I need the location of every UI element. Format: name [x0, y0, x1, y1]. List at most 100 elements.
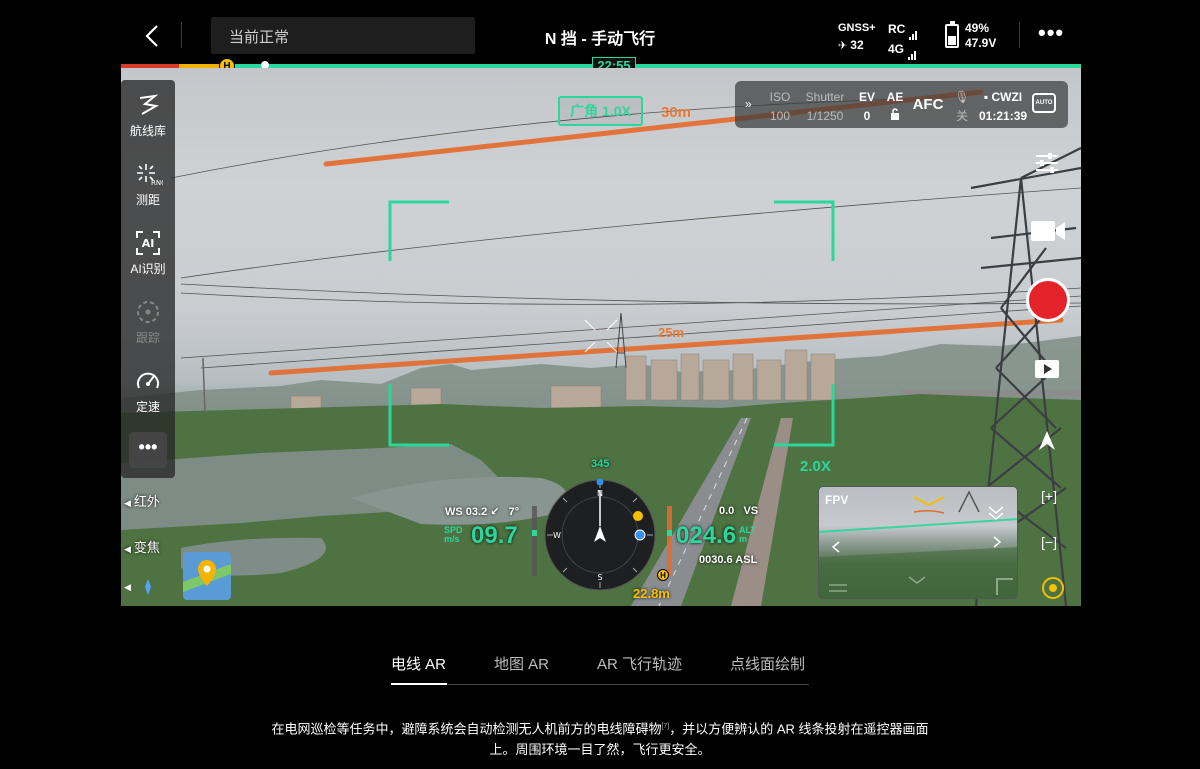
- caret-left-icon: ◀: [124, 582, 131, 592]
- camera-viewport[interactable]: 航线库 RNG 测距 AI AI识别 跟踪 定速 ••• ◀红外 ◀变焦 ◀ »…: [121, 68, 1081, 606]
- tool-speed-lock[interactable]: 定速: [121, 368, 175, 415]
- playback-icon: [1035, 360, 1059, 378]
- shutter-value: 1/1250: [806, 109, 844, 123]
- system-status-box[interactable]: 当前正常: [211, 17, 475, 54]
- more-icon: •••: [138, 437, 158, 457]
- mic-off-icon: 🎙: [954, 90, 970, 104]
- feature-tabs: 电线 AR 地图 AR AR 飞行轨迹 点线面绘制: [391, 650, 809, 685]
- tab-point-line-plane[interactable]: 点线面绘制: [730, 653, 805, 674]
- rc-signal-icon: [909, 21, 918, 40]
- storage-label: CWZI: [991, 90, 1023, 104]
- feature-description: 在电网巡检等任务中，避障系统会自动检测无人机前方的电线障碍物[7]，并以方便辨认…: [240, 716, 960, 760]
- battery-icon: [945, 21, 959, 48]
- minimap[interactable]: ◀: [123, 552, 231, 602]
- fpv-label: FPV: [825, 493, 849, 507]
- tool-label: 航线库: [129, 124, 166, 138]
- spotlight-button[interactable]: [1041, 576, 1065, 605]
- ev-setting[interactable]: EV 0: [855, 88, 879, 126]
- focus-mode[interactable]: AFC: [911, 95, 945, 114]
- storage-info[interactable]: ▪ CWZI 01:21:39: [979, 88, 1027, 126]
- more-button[interactable]: •••: [1038, 22, 1064, 44]
- flight-mode-title: N 挡 - 手动飞行: [544, 31, 656, 48]
- more-icon: •••: [1038, 20, 1065, 45]
- gnss-label: GNSS+: [838, 22, 876, 34]
- iso-value: 100: [769, 109, 791, 123]
- tracking-icon: [137, 301, 159, 323]
- speed-value: 09.7: [471, 522, 518, 549]
- playback-button[interactable]: [1034, 359, 1060, 384]
- description-line1: 在电网巡检等任务中，避障系统会自动检测无人机前方的电线障碍物: [271, 721, 662, 737]
- zoom-in-button[interactable]: [+]: [1041, 488, 1057, 504]
- infrared-toggle[interactable]: ◀ 红外: [124, 491, 160, 510]
- spotlight-icon: [1042, 577, 1064, 599]
- home-distance: 22.8m: [633, 586, 670, 601]
- fpv-view[interactable]: FPV: [818, 486, 1018, 599]
- active-tab-indicator: [391, 683, 447, 685]
- compass-small-icon: [145, 579, 151, 595]
- speed-unit-label: m/s: [444, 534, 460, 544]
- ar-distance-near: 25m: [658, 325, 685, 340]
- ae-lock[interactable]: AE: [883, 88, 907, 126]
- net-label: 4G: [888, 42, 905, 56]
- vs-label: VS: [743, 505, 759, 517]
- tab-map-ar[interactable]: 地图 AR: [494, 653, 549, 674]
- toolbar-more-button[interactable]: •••: [129, 432, 167, 468]
- altitude-unit-label: m: [739, 534, 748, 544]
- chevron-left-icon: [145, 25, 158, 47]
- auto-label: AUTO: [1035, 100, 1053, 106]
- tool-tracking[interactable]: 跟踪: [121, 299, 175, 346]
- svg-text:AI: AI: [142, 237, 155, 250]
- speed-unit: SPD m/s: [444, 526, 463, 544]
- vertical-speed: 0.0 VS: [719, 505, 758, 517]
- wind-direction-icon: ↙: [490, 506, 500, 518]
- heading-value: 345: [591, 458, 610, 470]
- lens-zoom-tag[interactable]: 广角 1.0X: [558, 96, 643, 126]
- signal-status[interactable]: RC 4G: [888, 20, 918, 60]
- divider: [1019, 22, 1020, 48]
- tool-label: 测距: [135, 193, 160, 207]
- camera-settings-panel[interactable]: » ISO 100 Shutter 1/1250 EV 0 AE AFC 🎙 关 ▪ C…: [735, 81, 1068, 128]
- ai-recognition-icon: AI: [136, 231, 160, 255]
- collapse-icon[interactable]: »: [745, 95, 752, 114]
- shutter-setting[interactable]: Shutter 1/1250: [799, 88, 851, 126]
- description-line2: 上。周围环境一目了然，飞行更安全。: [489, 742, 711, 758]
- tab-power-line-ar[interactable]: 电线 AR: [391, 653, 446, 674]
- ev-label: EV: [858, 90, 875, 104]
- tab-ar-flight-path[interactable]: AR 飞行轨迹: [597, 653, 682, 674]
- wind-angle: 7°: [508, 506, 520, 518]
- remaining-time: 01:21:39: [979, 109, 1028, 123]
- camera-settings-button[interactable]: [1034, 152, 1060, 179]
- mic-state: 关: [955, 109, 968, 123]
- video-mode-button[interactable]: [1030, 219, 1066, 248]
- ev-value: 0: [863, 109, 871, 123]
- home-direction-icon: H: [657, 569, 669, 581]
- tool-route-library[interactable]: 航线库: [121, 92, 175, 139]
- arrow-up-icon: [1039, 431, 1055, 450]
- asl-altitude: 0030.6 ASL: [699, 554, 758, 566]
- iso-setting[interactable]: ISO 100: [767, 88, 793, 126]
- route-library-icon: [139, 94, 159, 115]
- vs-value: 0.0: [719, 505, 735, 517]
- record-button[interactable]: [1026, 278, 1070, 322]
- back-button[interactable]: [138, 20, 166, 52]
- svg-text:RNG: RNG: [151, 179, 163, 187]
- tool-ai-recognition[interactable]: AI AI识别: [121, 230, 175, 277]
- zoom-out-button[interactable]: [−]: [1041, 534, 1057, 550]
- shutter-label: Shutter: [805, 90, 845, 104]
- caret-left-icon: ◀: [124, 498, 131, 508]
- description-line1-tail: ，并以方便辨认的 AR 线条投射在遥控器画面: [669, 721, 929, 737]
- wind-speed-label: WS 03.2: [445, 506, 488, 518]
- zoom-box-label: 2.0X: [800, 458, 831, 475]
- battery-voltage: 47.9V: [965, 36, 997, 50]
- mic-setting[interactable]: 🎙 关: [951, 88, 973, 126]
- focus-mode-value: AFC: [912, 96, 944, 113]
- iso-label: ISO: [769, 90, 791, 104]
- gnss-status[interactable]: GNSS+ ✈ 32: [838, 20, 876, 55]
- battery-status[interactable]: 49% 47.9V: [965, 21, 996, 51]
- gimbal-up-button[interactable]: [1038, 430, 1056, 457]
- auto-camera-icon[interactable]: AUTO: [1032, 93, 1056, 113]
- tool-rangefinder[interactable]: RNG 测距: [121, 161, 175, 208]
- satellite-icon: ✈: [838, 40, 848, 52]
- gnss-count: 32: [850, 38, 864, 52]
- fpv-scene: [819, 490, 1017, 598]
